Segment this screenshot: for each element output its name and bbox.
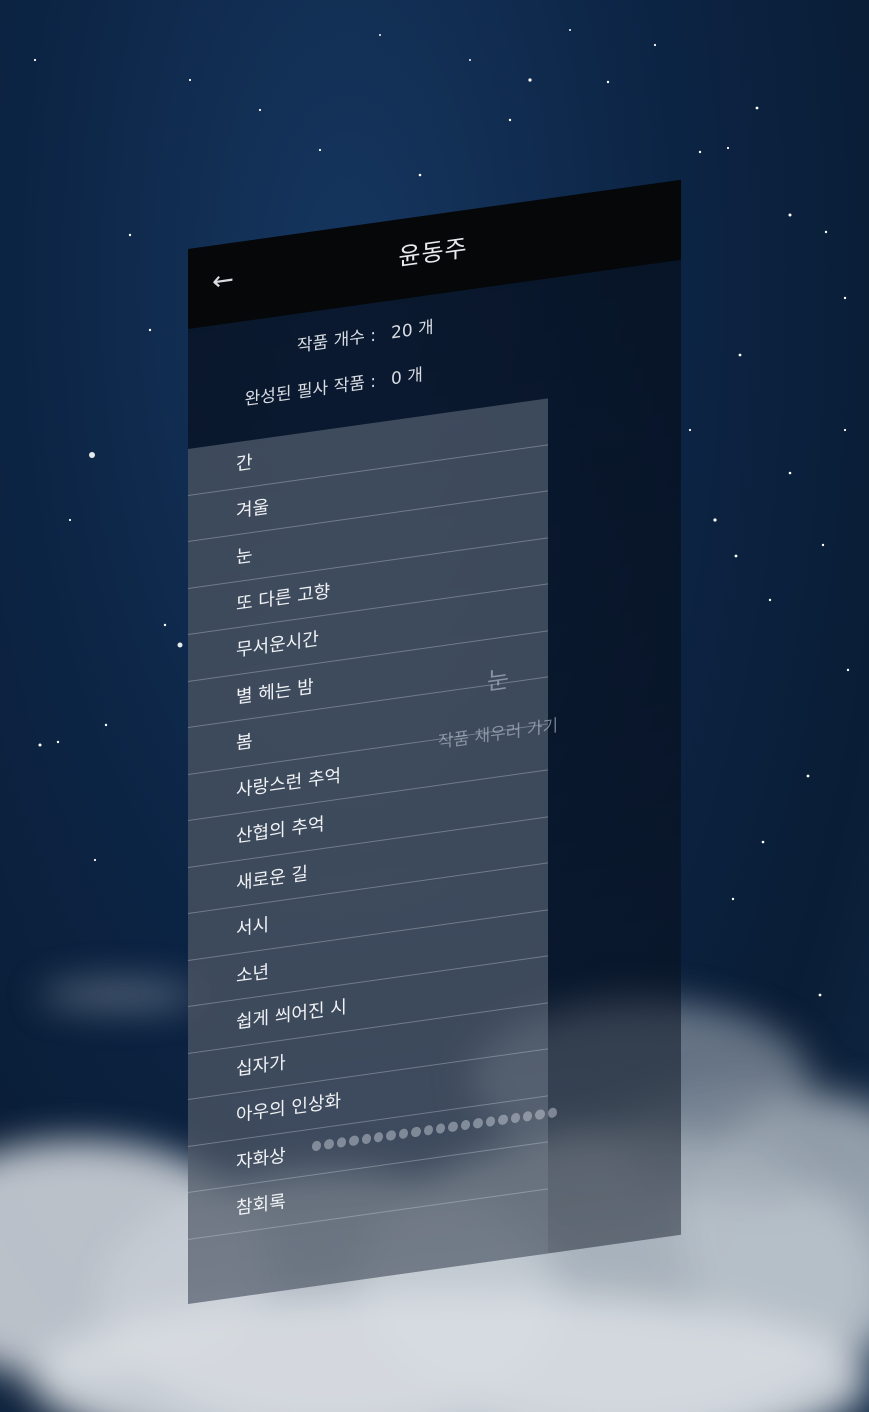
page-dot	[336, 1136, 347, 1149]
page-title: 윤동주	[398, 233, 468, 272]
app-screen-mockup: ← 윤동주 작품 개수 : 20 개 완성된 필사 작품 : 0 개 간 겨울 …	[188, 179, 681, 1304]
page-dot	[398, 1128, 409, 1140]
page-dot	[312, 1140, 322, 1152]
completed-count-label: 완성된 필사 작품 :	[244, 371, 376, 411]
page-dot	[324, 1138, 334, 1150]
page-dot	[535, 1108, 545, 1121]
works-count-value: 20 개	[391, 317, 434, 344]
page-dot	[448, 1121, 458, 1133]
page-dot	[436, 1122, 446, 1135]
page-dot	[349, 1135, 359, 1147]
page-dot	[510, 1112, 520, 1124]
app-screen: ← 윤동주 작품 개수 : 20 개 완성된 필사 작품 : 0 개 간 겨울 …	[188, 179, 681, 1304]
completed-count-value: 0 개	[391, 364, 423, 390]
arrow-left-icon: ←	[212, 264, 234, 298]
poem-list[interactable]: 간 겨울 눈 또 다른 고향 무서운시간 별 헤는 밤 봄 사랑스런 추억 산협…	[188, 398, 548, 1304]
works-count-label: 작품 개수 :	[296, 325, 376, 357]
page-dot	[361, 1133, 372, 1145]
page-dot	[485, 1115, 496, 1128]
page-dot	[386, 1129, 396, 1142]
page-dot	[522, 1110, 533, 1122]
page-dot	[374, 1131, 384, 1143]
back-button[interactable]: ←	[208, 264, 238, 298]
page-dot	[473, 1117, 483, 1129]
page-dot	[547, 1107, 558, 1119]
page-dot	[411, 1126, 421, 1138]
page-dot	[498, 1114, 508, 1126]
page-dot	[460, 1119, 471, 1131]
page-dot	[423, 1124, 434, 1136]
